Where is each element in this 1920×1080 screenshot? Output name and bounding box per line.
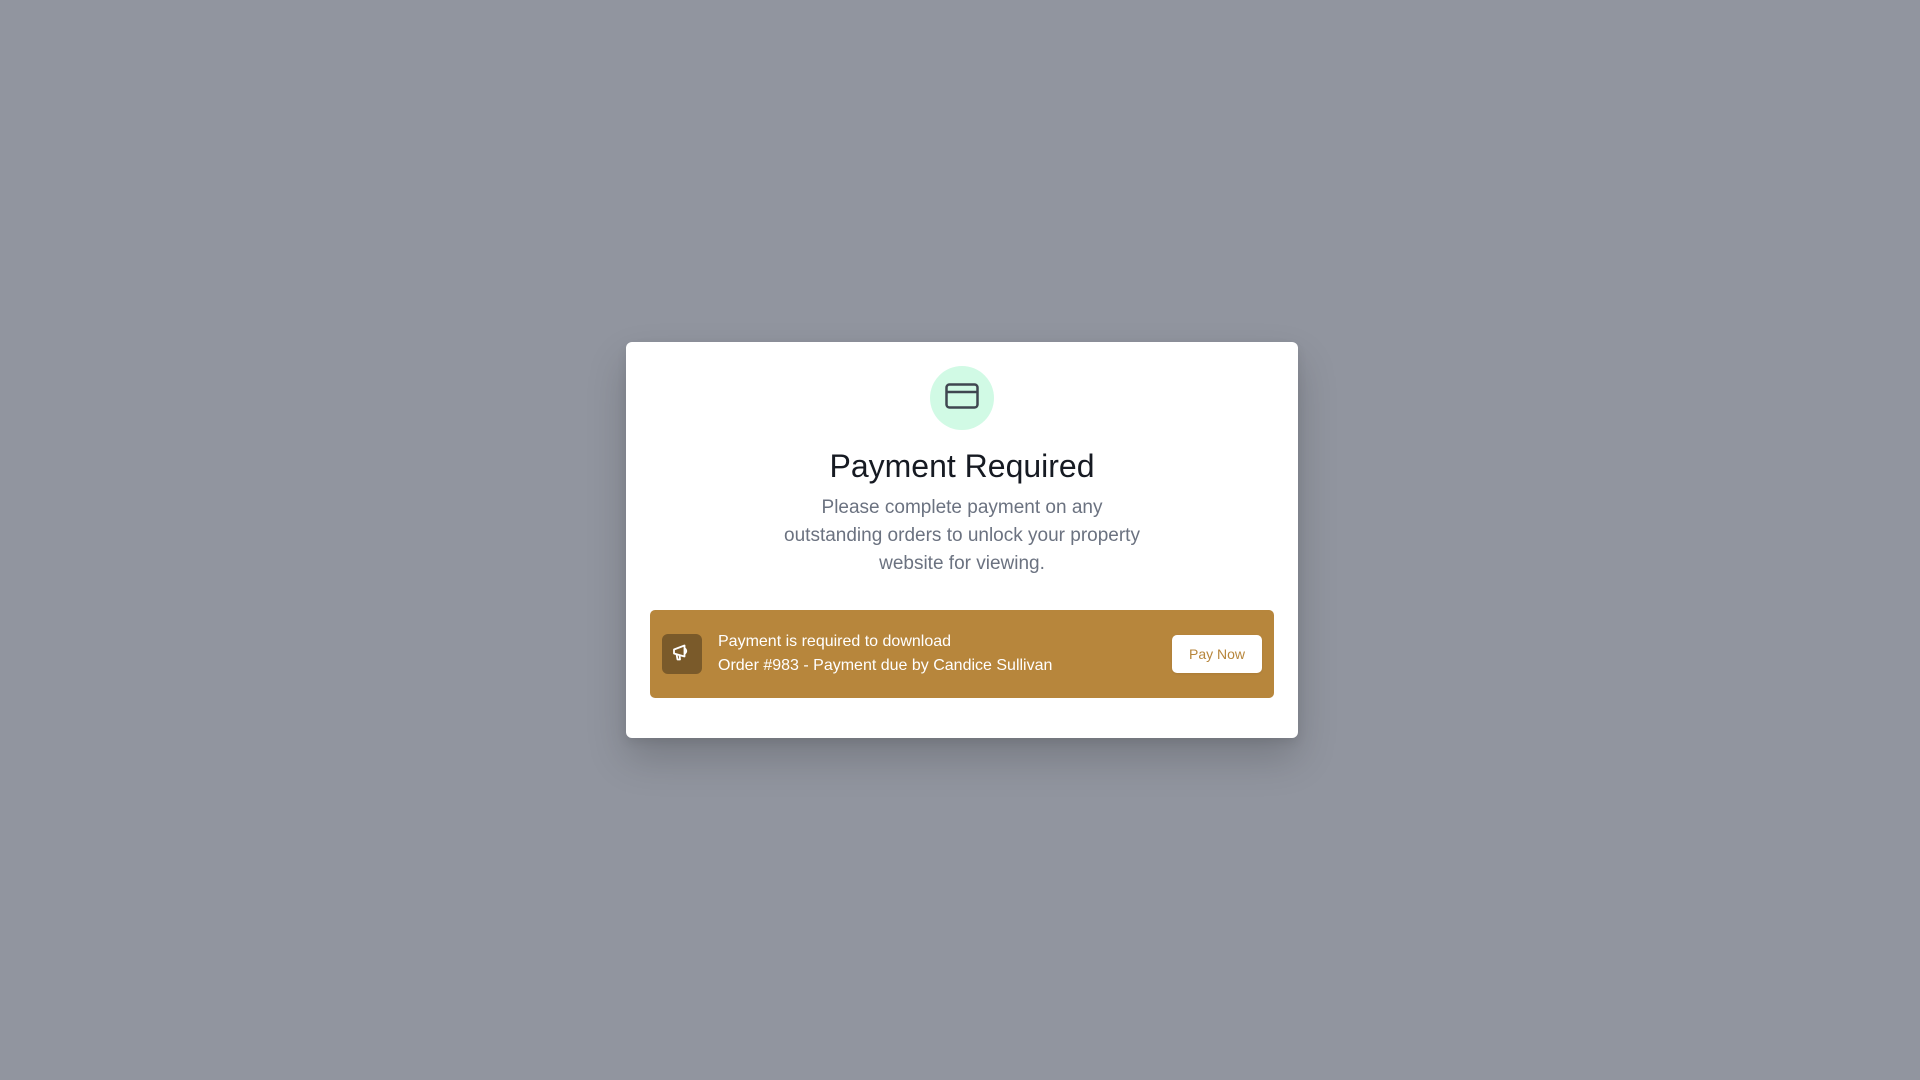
megaphone-icon-badge: [662, 634, 702, 674]
payment-required-modal: Payment Required Please complete payment…: [626, 342, 1298, 738]
megaphone-icon: [671, 641, 693, 668]
banner-detail: Order #983 - Payment due by Candice Sull…: [718, 657, 1053, 674]
modal-description: Please complete payment on any outstandi…: [784, 497, 1140, 574]
banner-text: Payment is required to download Order #9…: [718, 630, 1052, 678]
pay-now-button[interactable]: Pay Now: [1172, 635, 1262, 673]
credit-card-icon: [945, 382, 979, 414]
modal-title: Payment Required: [829, 448, 1095, 484]
banner-heading: Payment is required to download: [718, 633, 952, 650]
payment-banner: Payment is required to download Order #9…: [650, 610, 1274, 698]
credit-card-icon-badge: [930, 366, 994, 430]
